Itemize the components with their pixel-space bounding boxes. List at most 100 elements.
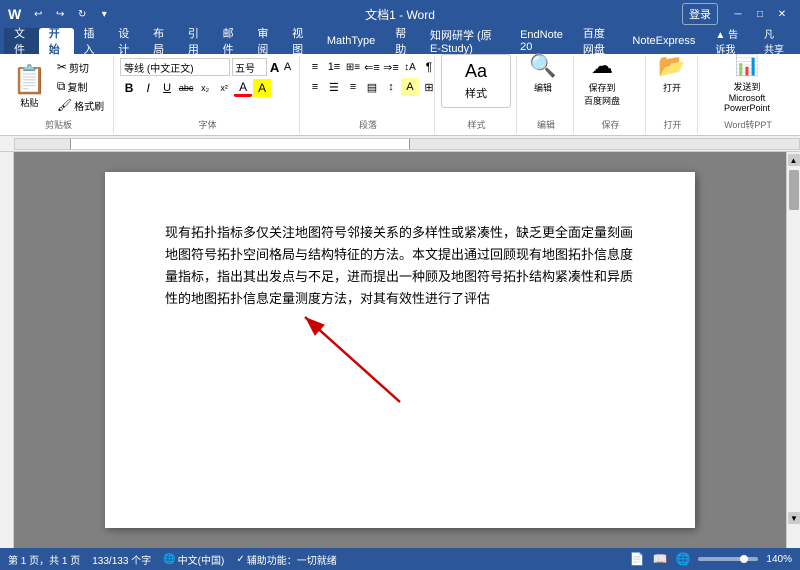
document-area[interactable]: 现有拓扑指标多仅关注地图符号邻接关系的多样性或紧凑性，缺乏更全面定量刻画地图符号… bbox=[14, 152, 786, 548]
tab-design[interactable]: 设计 bbox=[108, 28, 143, 54]
show-marks-btn[interactable]: ¶ bbox=[420, 58, 438, 76]
line-spacing-btn[interactable]: ↕ bbox=[382, 78, 400, 96]
border-btn[interactable]: ⊞ bbox=[420, 78, 438, 96]
styles-label: 样式 bbox=[465, 85, 487, 101]
ppt-icon: 📊 bbox=[735, 53, 760, 78]
superscript-button[interactable]: x² bbox=[215, 79, 233, 97]
tab-help[interactable]: 帮助 bbox=[385, 28, 420, 54]
tab-file[interactable]: 文件 bbox=[4, 28, 39, 54]
decrease-indent-btn[interactable]: ⇐≡ bbox=[363, 58, 381, 76]
font-size-shrink-btn[interactable]: A bbox=[282, 58, 293, 76]
open-group-label: 打开 bbox=[648, 118, 697, 131]
tab-layout[interactable]: 布局 bbox=[143, 28, 178, 54]
redo-arrow-btn[interactable]: ↪ bbox=[51, 5, 69, 23]
save-cloud-label: 保存到百度网盘 bbox=[584, 81, 620, 107]
paragraph-group-label: 段落 bbox=[302, 118, 434, 131]
editing-button[interactable]: 🔍 编辑 bbox=[523, 51, 563, 111]
status-bar: 第 1 页，共 1 页 133/133 个字 🌐 中文(中国) ✓ 辅助功能：一… bbox=[0, 548, 800, 570]
strikethrough-button[interactable]: abc bbox=[177, 79, 195, 97]
view-web-btn[interactable]: 🌐 bbox=[675, 552, 690, 566]
quick-access-toolbar: W ↩ ↪ ↻ ▾ bbox=[8, 5, 113, 23]
word-to-ppt-group: 📊 发送到Microsoft PowerPoint Word转PPT bbox=[700, 56, 796, 133]
paragraph-group: ≡ 1≡ ⊞≡ ⇐≡ ⇒≡ ↕A ¶ ≡ ☰ ≡ ▤ ↕ A ⊞ bbox=[302, 56, 435, 133]
bold-button[interactable]: B bbox=[120, 79, 138, 97]
zoom-slider[interactable] bbox=[698, 557, 758, 561]
cut-label: 剪切 bbox=[69, 60, 89, 75]
sort-btn[interactable]: ↕A bbox=[401, 58, 419, 76]
styles-icon: Aa bbox=[465, 61, 487, 82]
editing-label: 编辑 bbox=[534, 81, 552, 94]
format-painter-icon: 🖌 bbox=[57, 98, 72, 112]
vertical-ruler bbox=[0, 152, 14, 548]
paste-button[interactable]: 📋 粘贴 bbox=[8, 58, 51, 116]
auto-save-btn[interactable]: ↻ bbox=[73, 5, 91, 23]
copy-label: 复制 bbox=[67, 79, 87, 94]
underline-button[interactable]: U bbox=[158, 79, 176, 97]
highlight-btn[interactable]: A bbox=[253, 79, 271, 97]
window-controls: 登录 ─ □ ✕ bbox=[682, 3, 792, 25]
tab-cnki[interactable]: 知网研学 (原E-Study) bbox=[420, 28, 510, 54]
align-left-btn[interactable]: ≡ bbox=[306, 78, 324, 96]
align-center-btn[interactable]: ☰ bbox=[325, 78, 343, 96]
vertical-scrollbar[interactable]: ▲ ▼ bbox=[786, 152, 800, 548]
open-button[interactable]: 📂 打开 bbox=[652, 51, 692, 111]
undo-btn[interactable]: ↩ bbox=[29, 5, 47, 23]
document-content: 现有拓扑指标多仅关注地图符号邻接关系的多样性或紧凑性，缺乏更全面定量刻画地图符号… bbox=[165, 222, 635, 310]
tab-view[interactable]: 视图 bbox=[282, 28, 317, 54]
increase-indent-btn[interactable]: ⇒≡ bbox=[382, 58, 400, 76]
align-right-btn[interactable]: ≡ bbox=[344, 78, 362, 96]
font-size-grow-btn[interactable]: A bbox=[269, 58, 280, 76]
italic-button[interactable]: I bbox=[139, 79, 157, 97]
window-title: 文档1 - Word bbox=[365, 6, 435, 23]
language-icon: 🌐 bbox=[163, 554, 175, 565]
ribbon-content: 📋 粘贴 ✂ 剪切 ⧉ 复制 🖌 格式刷 bbox=[0, 54, 800, 136]
word-to-ppt-label: Word转PPT bbox=[700, 118, 796, 131]
tab-mail[interactable]: 邮件 bbox=[213, 28, 248, 54]
zoom-level: 140% bbox=[766, 554, 792, 565]
send-ppt-label: 发送到Microsoft PowerPoint bbox=[708, 80, 786, 113]
numbered-list-btn[interactable]: 1≡ bbox=[325, 58, 343, 76]
tab-insert[interactable]: 插入 bbox=[74, 28, 109, 54]
subscript-button[interactable]: x₂ bbox=[196, 79, 214, 97]
shading-btn[interactable]: A bbox=[401, 78, 419, 96]
word-app-icon: W bbox=[8, 6, 21, 22]
customize-btn[interactable]: ▾ bbox=[95, 5, 113, 23]
login-button[interactable]: 登录 bbox=[682, 3, 718, 25]
copy-icon: ⧉ bbox=[57, 79, 66, 94]
open-icon: 📂 bbox=[658, 53, 685, 79]
save-group-label: 保存 bbox=[576, 118, 645, 131]
font-name-input[interactable] bbox=[120, 58, 230, 76]
styles-group-label: 样式 bbox=[437, 118, 516, 131]
accessibility-icon: ✓ bbox=[236, 554, 244, 565]
justify-btn[interactable]: ▤ bbox=[363, 78, 381, 96]
styles-group: Aa 样式 样式 bbox=[437, 56, 517, 133]
font-group: A A B I U abc x₂ x² A A 字体 bbox=[116, 56, 300, 133]
format-painter-label: 格式刷 bbox=[74, 98, 104, 113]
tab-references[interactable]: 引用 bbox=[178, 28, 213, 54]
view-read-btn[interactable]: 📖 bbox=[653, 552, 668, 566]
cut-button[interactable]: ✂ 剪切 bbox=[54, 58, 107, 76]
document-page: 现有拓扑指标多仅关注地图符号邻接关系的多样性或紧凑性，缺乏更全面定量刻画地图符号… bbox=[105, 172, 695, 528]
tab-review[interactable]: 审阅 bbox=[247, 28, 282, 54]
multi-level-list-btn[interactable]: ⊞≡ bbox=[344, 58, 362, 76]
font-color-btn[interactable]: A bbox=[234, 79, 252, 97]
zoom-thumb bbox=[740, 555, 748, 563]
tab-home[interactable]: 开始 bbox=[39, 28, 74, 54]
save-cloud-button[interactable]: ☁ 保存到百度网盘 bbox=[580, 51, 624, 111]
close-button[interactable]: ✕ bbox=[772, 4, 792, 24]
bullet-list-btn[interactable]: ≡ bbox=[306, 58, 324, 76]
styles-button[interactable]: Aa 样式 bbox=[441, 54, 511, 108]
minimize-button[interactable]: ─ bbox=[728, 4, 748, 24]
maximize-button[interactable]: □ bbox=[750, 4, 770, 24]
font-group-label: 字体 bbox=[116, 118, 299, 131]
send-to-ppt-button[interactable]: 📊 发送到Microsoft PowerPoint bbox=[704, 51, 790, 111]
paste-label: 粘贴 bbox=[20, 96, 38, 109]
editing-group-label: 编辑 bbox=[519, 118, 573, 131]
view-normal-btn[interactable]: 📄 bbox=[630, 552, 645, 566]
horizontal-ruler bbox=[0, 136, 800, 152]
copy-button[interactable]: ⧉ 复制 bbox=[54, 77, 107, 95]
format-painter-button[interactable]: 🖌 格式刷 bbox=[54, 96, 107, 114]
tab-mathtype[interactable]: MathType bbox=[317, 28, 385, 54]
main-area: 现有拓扑指标多仅关注地图符号邻接关系的多样性或紧凑性，缺乏更全面定量刻画地图符号… bbox=[0, 152, 800, 548]
font-size-input[interactable] bbox=[232, 58, 267, 76]
